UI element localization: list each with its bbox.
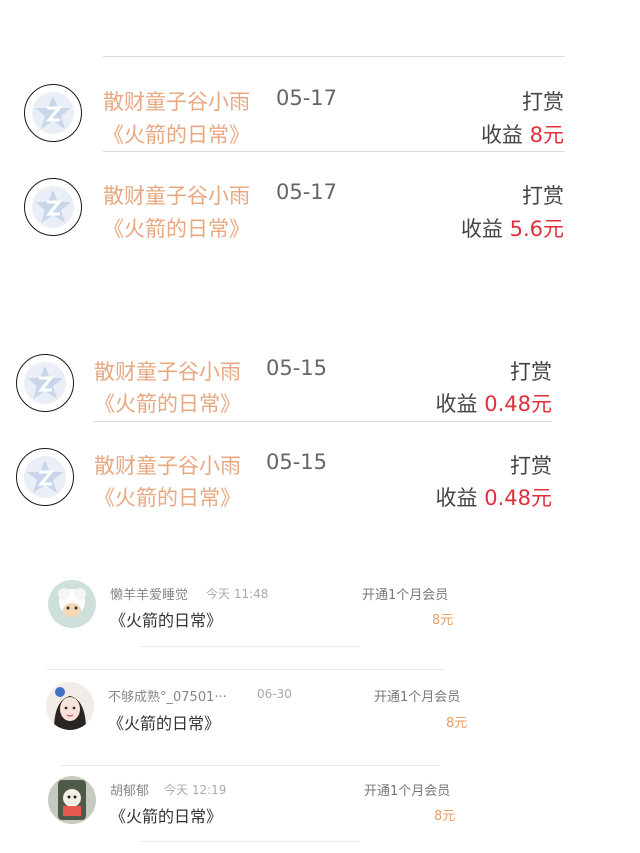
member-book-title[interactable]: 《火箭的日常》	[110, 803, 222, 827]
reward-amount: 8元	[529, 123, 564, 147]
reward-user-name[interactable]: 散财童子谷小雨	[103, 86, 250, 116]
member-time: 今天 11:48	[206, 587, 269, 601]
reward-type: 打赏	[510, 454, 552, 478]
row-divider	[103, 151, 565, 152]
reward-date: 05-17	[276, 86, 338, 110]
member-time: 今天 12:19	[164, 783, 227, 797]
member-type: 开通1个月会员	[364, 784, 451, 799]
girl-avatar	[46, 682, 94, 730]
reward-book-title[interactable]: 《火箭的日常》	[103, 213, 250, 243]
reward-type: 打赏	[522, 90, 564, 114]
reward-user-name[interactable]: 散财童子谷小雨	[94, 450, 241, 480]
reward-row[interactable]: 散财童子谷小雨 05-15 《火箭的日常》 打赏 收益 0.48元	[0, 444, 640, 519]
reward-income: 收益 0.48元	[435, 486, 552, 510]
reward-type: 打赏	[510, 360, 552, 384]
row-divider	[45, 669, 445, 670]
qzone-avatar-icon	[16, 448, 74, 506]
reward-user-name[interactable]: 散财童子谷小雨	[103, 180, 250, 210]
reward-income: 收益 0.48元	[435, 392, 552, 416]
member-row[interactable]: 懒羊羊爱睡觉 今天 11:48 《火箭的日常》 开通1个月会员 8元	[0, 578, 640, 638]
qzone-avatar-icon	[24, 84, 82, 142]
reward-date: 05-15	[266, 356, 328, 380]
reward-amount: 0.48元	[484, 486, 552, 510]
row-divider	[140, 646, 360, 647]
row-divider	[140, 841, 360, 842]
top-divider	[103, 56, 565, 57]
member-user-name[interactable]: 懒羊羊爱睡觉	[110, 584, 188, 603]
row-divider	[60, 765, 440, 766]
reward-book-title[interactable]: 《火箭的日常》	[94, 388, 241, 418]
member-user-name[interactable]: 胡郁郁	[110, 780, 149, 799]
member-amount: 8元	[432, 613, 454, 628]
qzone-avatar-icon	[24, 178, 82, 236]
member-user-name[interactable]: 不够成熟°_07501···	[108, 686, 227, 705]
member-book-title[interactable]: 《火箭的日常》	[110, 607, 222, 631]
reward-date: 05-17	[276, 180, 338, 204]
member-row[interactable]: 胡郁郁 今天 12:19 《火箭的日常》 开通1个月会员 8元	[0, 774, 640, 834]
qzone-avatar-icon	[16, 354, 74, 412]
row-divider	[94, 421, 552, 422]
member-book-title[interactable]: 《火箭的日常》	[108, 710, 220, 734]
reward-row[interactable]: 散财童子谷小雨 05-17 《火箭的日常》 打赏 收益 5.6元	[0, 174, 640, 249]
reward-date: 05-15	[266, 450, 328, 474]
reward-row[interactable]: 散财童子谷小雨 05-17 《火箭的日常》 打赏 收益 8元	[0, 80, 640, 155]
reward-amount: 0.48元	[484, 392, 552, 416]
member-type: 开通1个月会员	[362, 588, 449, 603]
reward-book-title[interactable]: 《火箭的日常》	[94, 482, 241, 512]
reward-type: 打赏	[522, 184, 564, 208]
member-time: 06-30	[257, 687, 292, 701]
member-amount: 8元	[434, 809, 456, 824]
member-amount: 8元	[446, 716, 468, 731]
reward-amount: 5.6元	[509, 217, 564, 241]
reward-income: 收益 8元	[480, 123, 564, 147]
reward-book-title[interactable]: 《火箭的日常》	[103, 119, 250, 149]
sheep-avatar	[48, 580, 96, 628]
reward-row[interactable]: 散财童子谷小雨 05-15 《火箭的日常》 打赏 收益 0.48元	[0, 350, 640, 425]
reward-income: 收益 5.6元	[460, 217, 564, 241]
member-type: 开通1个月会员	[374, 690, 461, 705]
cartoon-avatar	[48, 776, 96, 824]
member-row[interactable]: 不够成熟°_07501··· 06-30 《火箭的日常》 开通1个月会员 8元	[0, 680, 640, 740]
reward-user-name[interactable]: 散财童子谷小雨	[94, 356, 241, 386]
